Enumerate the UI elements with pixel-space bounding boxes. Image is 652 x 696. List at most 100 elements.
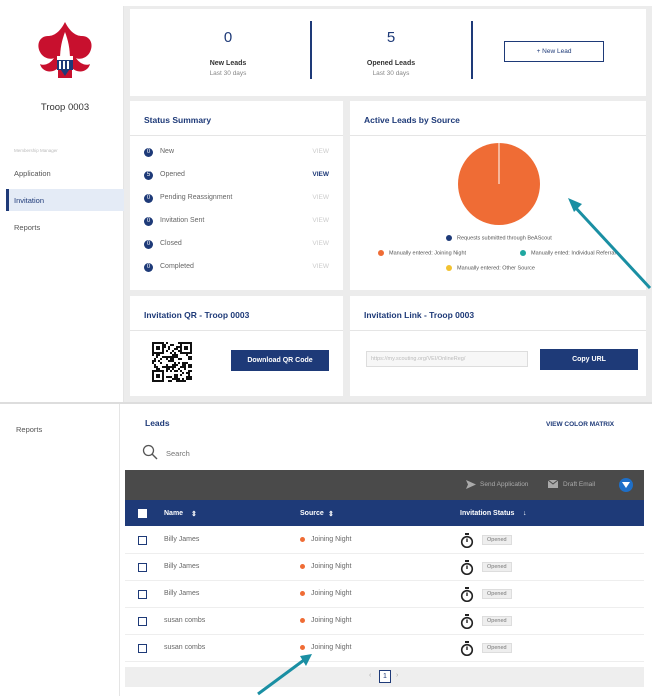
status-count-badge: 5 [144, 171, 153, 180]
stopwatch-icon [460, 614, 474, 629]
row-checkbox[interactable] [138, 590, 147, 599]
select-all-checkbox[interactable] [138, 509, 147, 518]
status-summary-title: Status Summary [144, 115, 212, 125]
status-badge: Opened [482, 562, 512, 572]
table-row[interactable]: susan combs Joining Night Opened [125, 608, 644, 635]
page-number[interactable]: 1 [379, 670, 391, 683]
status-count-badge: 0 [144, 217, 153, 226]
source-dot [300, 617, 305, 623]
lead-source-label: Joining Night [311, 536, 352, 543]
view-color-matrix-link[interactable]: VIEW COLOR MATRIX [546, 421, 614, 428]
row-checkbox[interactable] [138, 617, 147, 626]
annotation-arrow-icon [568, 198, 652, 290]
search-input[interactable] [166, 446, 466, 460]
sidebar-group-label: Membership Manager [14, 148, 58, 153]
filter-button[interactable] [619, 478, 633, 492]
lead-name: Billy James [164, 590, 200, 597]
status-view-link[interactable]: VIEW [312, 240, 329, 247]
sidebar-item-application[interactable]: Application [14, 169, 51, 178]
new-leads-label: New Leads [209, 60, 247, 67]
new-leads-sub: Last 30 days [209, 70, 247, 77]
source-dot [300, 536, 305, 542]
legend-label: Manually entered: Joining Night [389, 250, 467, 257]
opened-leads-label: Opened Leads [366, 60, 416, 67]
sort-icon: ⇕ [328, 511, 334, 518]
invitation-url-value: https://my.scouting.org/VEI/OnlineReg/ [371, 356, 466, 362]
status-row: 0 Completed VIEW [144, 262, 329, 274]
invitation-url-field[interactable]: https://my.scouting.org/VEI/OnlineReg/ [366, 351, 528, 367]
status-view-link[interactable]: VIEW [312, 217, 329, 224]
lead-source: Joining Night [300, 563, 351, 570]
link-card-title: Invitation Link - Troop 0003 [364, 310, 475, 320]
bsa-logo [38, 22, 92, 78]
legend-swatch [520, 250, 526, 256]
row-checkbox[interactable] [138, 563, 147, 572]
column-name[interactable]: Name [164, 510, 183, 517]
invitation-link-card: Invitation Link - Troop 0003 https://my.… [350, 296, 646, 396]
legend-item: Manually entered: Joining Night [378, 250, 466, 256]
pagination: ‹ 1 › [125, 667, 644, 687]
table-row[interactable]: susan combs Joining Night Opened [125, 635, 644, 662]
qr-card-title: Invitation QR - Troop 0003 [144, 310, 250, 320]
download-qr-button[interactable]: Download QR Code [231, 350, 329, 371]
draft-email-button[interactable]: Draft Email [563, 481, 595, 488]
legend-item: Requests submitted through BeAScout [446, 235, 552, 241]
stopwatch-icon [460, 587, 474, 602]
status-view-link[interactable]: VIEW [312, 194, 329, 201]
annotation-arrow-icon [257, 654, 312, 696]
status-view-link[interactable]: VIEW [312, 263, 329, 270]
lead-source: Joining Night [300, 617, 351, 624]
legend-swatch [446, 235, 452, 241]
status-row: 0 Pending Reassignment VIEW [144, 193, 329, 205]
stats-divider [310, 21, 312, 79]
sidebar-item-reports[interactable]: Reports [14, 223, 40, 232]
status-badge: Opened [482, 643, 512, 653]
status-label: New [160, 148, 175, 155]
column-invitation-status[interactable]: Invitation Status [460, 510, 514, 517]
sort-icon: ⇕ [191, 511, 197, 518]
status-row: 0 New VIEW [144, 147, 329, 159]
status-badge: Opened [482, 616, 512, 626]
new-leads-count: 0 [223, 29, 233, 46]
column-source[interactable]: Source [300, 510, 324, 517]
status-row: 0 Closed VIEW [144, 239, 329, 251]
stopwatch-icon [460, 560, 474, 575]
send-icon [466, 480, 476, 489]
stats-divider [471, 21, 473, 79]
row-checkbox[interactable] [138, 536, 147, 545]
stopwatch-icon [460, 533, 474, 548]
divider [130, 135, 343, 136]
opened-leads-count: 5 [386, 29, 396, 46]
troop-name: Troop 0003 [40, 102, 90, 113]
lead-source: Joining Night [300, 644, 351, 651]
legend-swatch [446, 265, 452, 271]
chevron-down-icon [622, 482, 630, 488]
status-view-link[interactable]: VIEW [312, 148, 329, 155]
lead-source: Joining Night [300, 590, 351, 597]
next-page-icon[interactable]: › [396, 672, 398, 679]
invitation-qr-card: Invitation QR - Troop 0003 Download QR C… [130, 296, 343, 396]
status-view-link[interactable]: VIEW [312, 171, 329, 178]
table-header: Name ⇕ Source ⇕ Invitation Status ↓ [125, 500, 644, 526]
source-dot [300, 644, 305, 650]
search-icon [142, 444, 158, 460]
mail-icon [548, 480, 558, 488]
prev-page-icon[interactable]: ‹ [369, 672, 371, 679]
status-label: Invitation Sent [160, 217, 205, 224]
lead-source-label: Joining Night [311, 617, 352, 624]
table-row[interactable]: Billy James Joining Night Opened [125, 581, 644, 608]
source-dot [300, 563, 305, 569]
status-badge: Opened [482, 535, 512, 545]
opened-leads-sub: Last 30 days [372, 70, 410, 77]
sidebar-item-invitation[interactable]: Invitation [14, 196, 44, 205]
table-row[interactable]: Billy James Joining Night Opened [125, 554, 644, 581]
sidebar: Reports [0, 404, 120, 696]
row-checkbox[interactable] [138, 644, 147, 653]
table-row[interactable]: Billy James Joining Night Opened [125, 527, 644, 554]
lead-name: susan combs [164, 617, 206, 624]
new-lead-button[interactable]: + New Lead [504, 41, 604, 62]
copy-url-button[interactable]: Copy URL [540, 349, 638, 370]
send-application-button[interactable]: Send Application [480, 481, 528, 488]
stats-card: 0 New Leads Last 30 days 5 Opened Leads … [130, 9, 646, 96]
sidebar-item-reports[interactable]: Reports [16, 425, 42, 434]
